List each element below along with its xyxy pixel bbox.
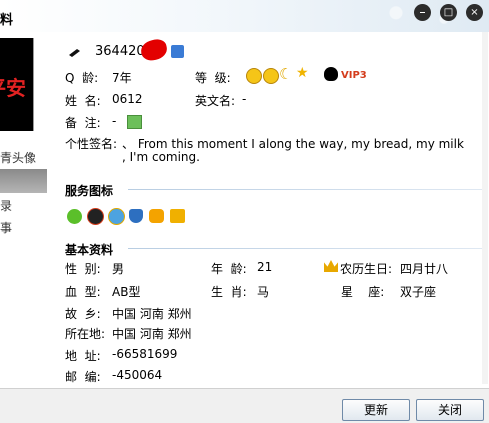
address-value: -66581699 bbox=[112, 347, 178, 361]
lunar-birthday-label: 农历生日: bbox=[340, 262, 393, 276]
refresh-button[interactable]: 更新 bbox=[342, 399, 410, 421]
moon-icon: ☾ bbox=[279, 65, 293, 83]
address-label: 地 址: bbox=[65, 349, 101, 363]
qq-age-value: 7年 bbox=[112, 71, 132, 85]
window-title: 料 bbox=[0, 13, 14, 28]
sun-icon bbox=[263, 68, 279, 84]
gift-icon[interactable] bbox=[170, 209, 185, 223]
signature-line-2: , I'm coming. bbox=[122, 150, 200, 164]
zodiac-label: 生 肖: bbox=[211, 285, 247, 299]
zodiac-value: 马 bbox=[257, 285, 270, 299]
maximize-icon[interactable]: □ bbox=[440, 4, 457, 21]
english-name-value: - bbox=[242, 92, 247, 106]
signature-label: 个性签名: bbox=[65, 137, 118, 151]
qq-show-icon[interactable] bbox=[108, 208, 125, 225]
title-bar: 料 ⎯ □ × bbox=[0, 0, 489, 32]
sidebar-item-events[interactable]: 事 bbox=[0, 219, 12, 236]
qq-penguin-vip-icon bbox=[324, 67, 338, 81]
basic-info-divider bbox=[128, 248, 484, 249]
close-icon[interactable]: × bbox=[466, 4, 483, 21]
age-label: 年 龄: bbox=[211, 262, 247, 276]
services-divider bbox=[128, 189, 484, 190]
postal-code-label: 邮 编: bbox=[65, 370, 101, 384]
name-value: 0612 bbox=[112, 92, 143, 106]
qq-penguin-icon[interactable] bbox=[87, 208, 104, 225]
remark-label: 备 注: bbox=[65, 116, 101, 130]
sun-icon bbox=[246, 68, 262, 84]
shield-icon[interactable] bbox=[129, 209, 143, 223]
gender-value: 男 bbox=[112, 262, 125, 276]
name-label: 姓 名: bbox=[65, 94, 101, 108]
footer-bar: 更新 关闭 bbox=[0, 388, 489, 423]
basic-info-section-title: 基本资料 bbox=[65, 243, 114, 257]
remark-value: - bbox=[112, 114, 117, 128]
minimize-icon[interactable]: ⎯ bbox=[414, 4, 431, 21]
hometown-value: 中国 河南 郑州 bbox=[112, 307, 192, 321]
sidebar-item-change-avatar[interactable]: 青头像 bbox=[0, 149, 36, 166]
star-sign-value: 双子座 bbox=[400, 285, 437, 299]
location-label: 所在地: bbox=[65, 327, 106, 341]
profile-panel: 3644201 Q 龄: 7年 等 级: ☾ ★ VIP3 姓 名: 0612 … bbox=[50, 32, 486, 392]
star-icon: ★ bbox=[296, 65, 309, 81]
location-value: 中国 河南 郑州 bbox=[112, 327, 192, 341]
postal-code-value: -450064 bbox=[112, 368, 163, 382]
gender-label: 性 别: bbox=[65, 262, 101, 276]
level-label: 等 级: bbox=[195, 71, 231, 85]
pet-icon[interactable] bbox=[149, 209, 164, 223]
vip-badge: VIP3 bbox=[341, 70, 367, 81]
pen-icon bbox=[69, 49, 80, 57]
star-sign-label: 星 座: bbox=[341, 285, 385, 299]
edit-remark-icon[interactable] bbox=[127, 115, 142, 129]
qq-age-label: Q 龄: bbox=[65, 71, 99, 85]
avatar[interactable]: 平安 bbox=[0, 38, 34, 131]
services-section-title: 服务图标 bbox=[65, 184, 114, 198]
age-value: 21 bbox=[257, 260, 273, 274]
close-button[interactable]: 关闭 bbox=[416, 399, 484, 421]
green-chat-icon[interactable] bbox=[67, 209, 82, 224]
sidebar-selected-item[interactable] bbox=[0, 169, 47, 193]
blood-type-label: 血 型: bbox=[65, 285, 101, 299]
sidebar-item-record[interactable]: 录 bbox=[0, 197, 12, 214]
lunar-birthday-value: 四月廿八 bbox=[400, 262, 449, 276]
sidebar: 平安 青头像 录 事 bbox=[0, 32, 50, 392]
profile-card-icon[interactable] bbox=[171, 45, 184, 58]
english-name-label: 英文名: bbox=[195, 94, 236, 108]
scrollbar[interactable] bbox=[482, 32, 488, 384]
hometown-label: 故 乡: bbox=[65, 307, 101, 321]
blood-type-value: AB型 bbox=[112, 285, 141, 299]
crown-icon bbox=[324, 260, 338, 272]
